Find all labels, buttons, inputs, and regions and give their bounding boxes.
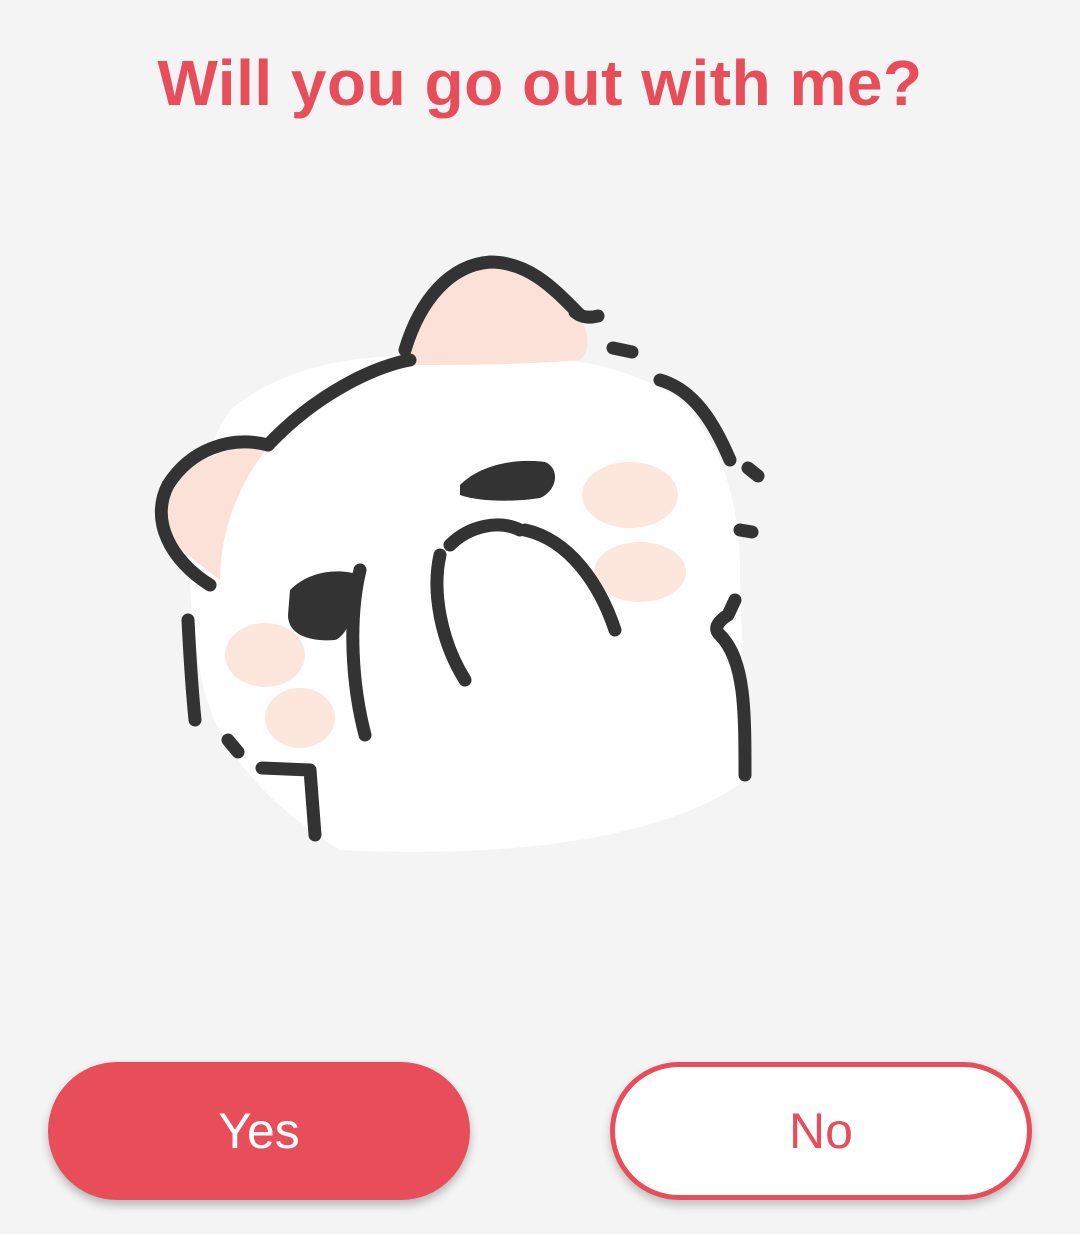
head-dash (733, 523, 759, 539)
blush-patch (265, 688, 335, 748)
left-body-dash (221, 733, 245, 759)
head-dash (741, 461, 765, 483)
question-title: Will you go out with me? (157, 47, 923, 119)
left-body-outline (181, 613, 202, 727)
right-ear-fill (405, 262, 588, 365)
head-dash (606, 341, 639, 359)
no-button[interactable]: No (610, 1062, 1032, 1200)
blush-patch (225, 623, 305, 687)
blush-patch (582, 462, 678, 528)
right-ear-tip (568, 305, 605, 324)
shy-cat-covering-face-icon (154, 255, 765, 852)
yes-button[interactable]: Yes (48, 1062, 470, 1200)
blush-patch (594, 542, 686, 602)
